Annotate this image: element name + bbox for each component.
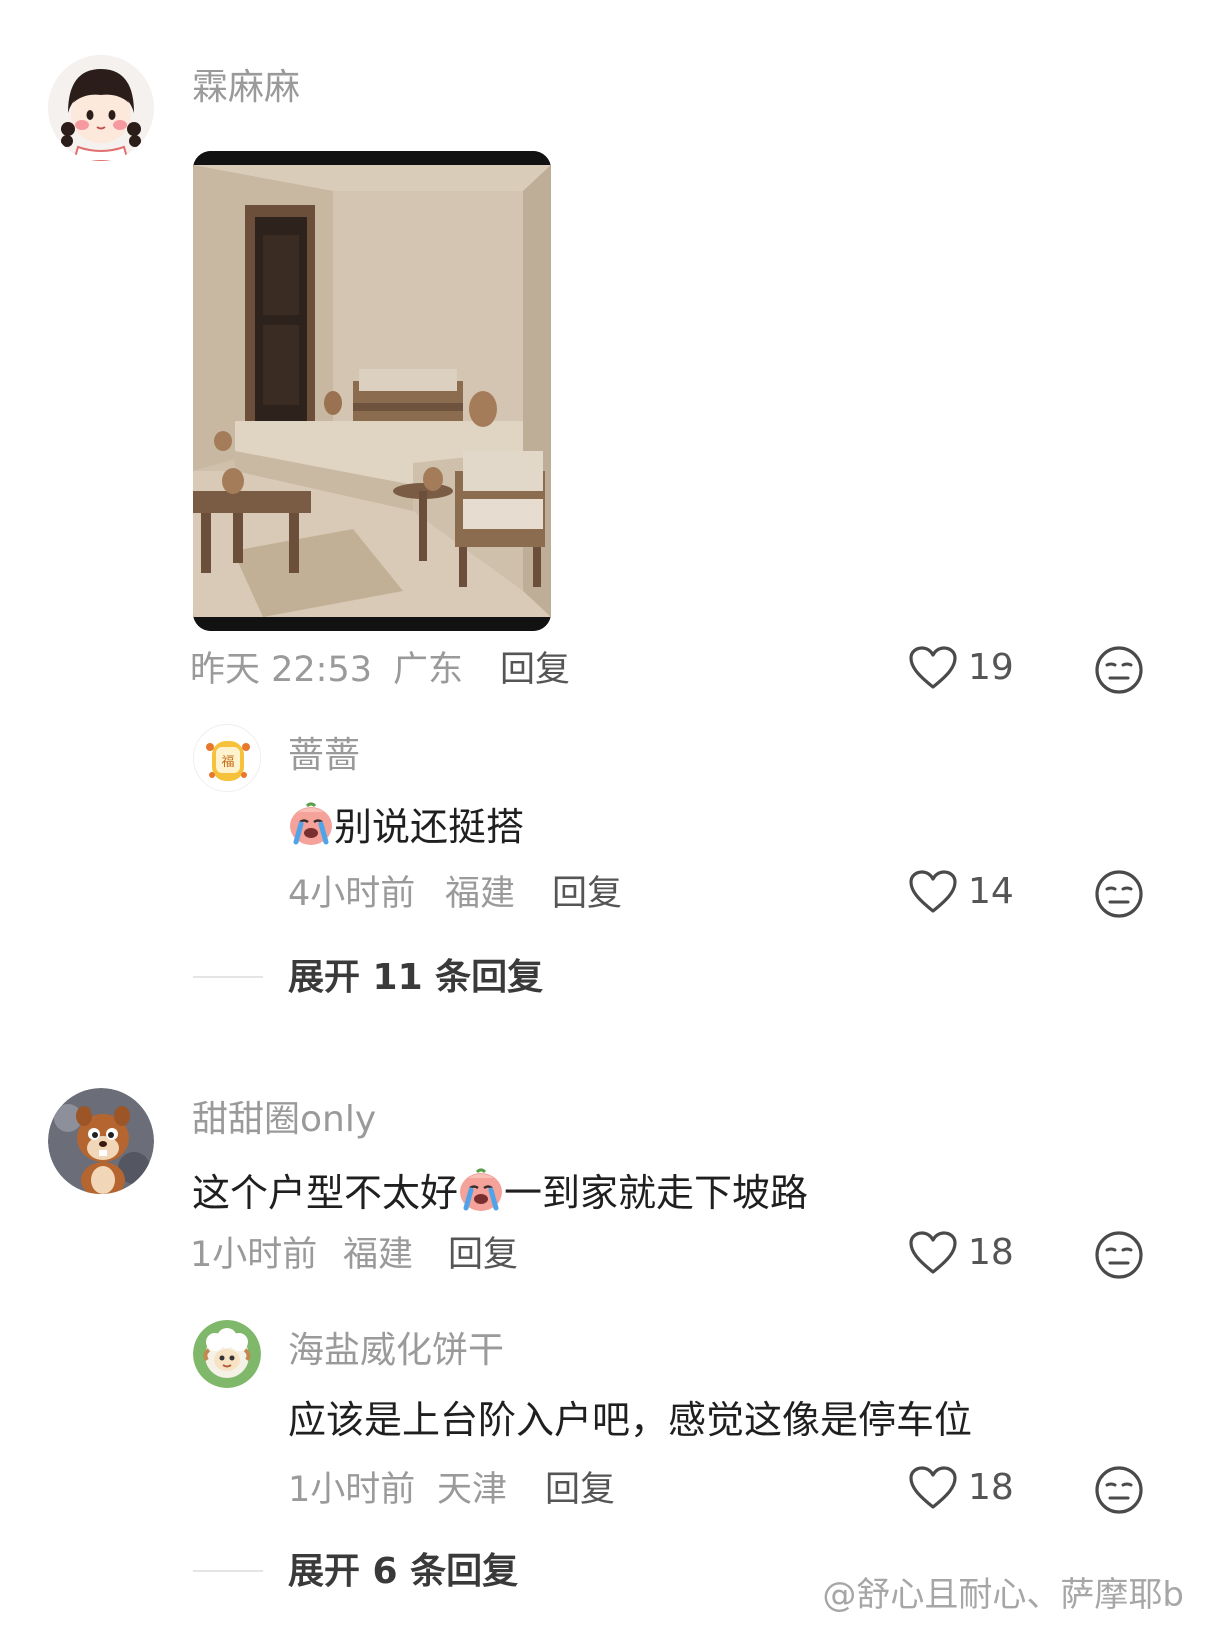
like-count: 19 [968,647,1014,688]
dislike-button[interactable] [1094,1465,1144,1519]
comment-location: 天津 [437,1470,508,1510]
crying-face-emoji [460,1168,503,1211]
comment-time: 4小时前 [288,874,416,914]
crying-face-emoji [290,802,332,845]
avatar[interactable] [48,55,154,161]
room-photo [193,151,551,631]
comment-text-part: 一到家就走下坡路 [504,1171,809,1215]
reply-button[interactable]: 回复 [448,1238,518,1273]
like-button[interactable]: 14 [908,869,1014,915]
heart-outline-icon [909,1466,957,1509]
comment-time: 1小时前 [190,1235,318,1275]
reply-button[interactable]: 回复 [545,1473,615,1508]
like-count: 18 [968,1232,1014,1273]
comment-location: 福建 [445,874,516,914]
like-button[interactable]: 19 [908,645,1014,691]
avatar[interactable] [193,1320,261,1388]
comment-text-part: 这个户型不太好 [192,1171,459,1215]
comment-text: 别说还挺搭 [288,802,524,846]
expand-divider [193,1570,263,1572]
heart-outline-icon [909,646,957,689]
username[interactable]: 蔷蔷 [288,738,360,774]
expand-replies-button[interactable]: 展开 11 条回复 [288,960,543,996]
username[interactable]: 海盐威化饼干 [288,1333,504,1369]
username[interactable]: 甜甜圈only [192,1102,376,1138]
dislike-button[interactable] [1094,869,1144,923]
like-count: 18 [968,1467,1014,1508]
comment-image[interactable] [193,151,551,631]
meh-face-icon [1095,1231,1143,1279]
comment-time: 1小时前 [288,1470,416,1510]
reply-button[interactable]: 回复 [500,653,570,688]
svg-text:福: 福 [221,755,234,770]
comment-location: 福建 [343,1235,414,1275]
dislike-button[interactable] [1094,1230,1144,1284]
reply-text: 应该是上台阶入户吧，感觉这像是停车位 [288,1398,973,1442]
expand-divider [193,976,263,978]
comment-location: 广东 [393,650,464,690]
like-button[interactable]: 18 [908,1230,1014,1276]
comment-time: 昨天 22:53 [190,650,372,690]
dislike-button[interactable] [1094,645,1144,699]
reply-button[interactable]: 回复 [552,877,622,912]
meh-face-icon [1095,646,1143,694]
reply-text: 别说还挺搭 [334,805,525,849]
username[interactable]: 霖麻麻 [192,70,300,106]
avatar[interactable]: 福 [193,724,261,792]
expand-replies-button[interactable]: 展开 6 条回复 [288,1554,518,1590]
avatar[interactable] [48,1088,154,1194]
watermark: @舒心且耐心、萨摩耶b [822,1575,1184,1615]
meh-face-icon [1095,1466,1143,1514]
heart-outline-icon [909,1231,957,1274]
like-button[interactable]: 18 [908,1465,1014,1511]
heart-outline-icon [909,870,957,913]
like-count: 14 [968,871,1014,912]
comment-text: 这个户型不太好 一到家就走下坡路 [192,1168,808,1212]
meh-face-icon [1095,870,1143,918]
